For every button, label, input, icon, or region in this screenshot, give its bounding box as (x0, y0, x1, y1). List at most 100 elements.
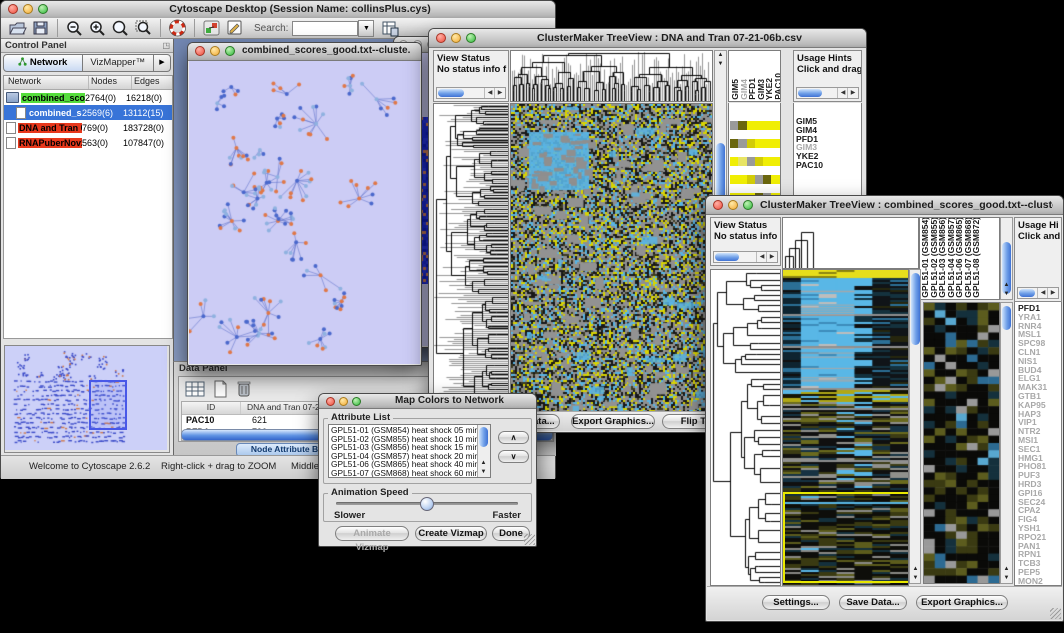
table-grid-icon[interactable] (185, 380, 205, 398)
scrollbar-thumb[interactable] (798, 89, 822, 97)
column-header-edges[interactable]: Edges (132, 76, 172, 89)
treeview-dna-titlebar[interactable]: ClusterMaker TreeView : DNA and Tran 07-… (429, 29, 866, 48)
column-dendrogram-panel[interactable] (782, 217, 919, 269)
column-dendrogram-canvas[interactable] (511, 51, 712, 101)
minimize-button[interactable] (339, 397, 348, 406)
scrollbar-thumb[interactable] (715, 253, 739, 261)
new-attribute-icon[interactable] (211, 380, 229, 398)
close-button[interactable] (713, 200, 723, 210)
column-dendrogram-canvas[interactable] (783, 218, 918, 268)
resize-grip[interactable] (1050, 608, 1061, 619)
close-button[interactable] (195, 46, 205, 56)
scrollbar-thumb[interactable] (438, 89, 464, 97)
usage-hints-scrollbar[interactable]: ◀ ▶ (1017, 287, 1059, 299)
minimize-button[interactable] (23, 4, 33, 14)
zoom-heatmap-panel[interactable] (923, 302, 1000, 584)
settings-button[interactable]: Settings... (762, 595, 830, 610)
network-list-row[interactable]: combined_scores2764(0)16218(0) (4, 90, 172, 105)
network-list-row[interactable]: RNAPuberNov2+|563(0)107847(0) (4, 135, 172, 150)
scroll-down-icon[interactable]: ▼ (715, 60, 726, 69)
zoom-button[interactable] (38, 4, 48, 14)
column-header-nodes[interactable]: Nodes (89, 76, 132, 89)
similarity-matrix-heatmap[interactable] (730, 121, 780, 173)
scroll-right-icon[interactable]: ▶ (847, 88, 858, 98)
minimize-button[interactable] (728, 200, 738, 210)
scroll-down-icon[interactable]: ▼ (1001, 574, 1012, 583)
resize-grip[interactable] (524, 534, 535, 545)
tab-overflow-button[interactable]: ▶ (154, 54, 171, 72)
scroll-up-icon[interactable]: ▲ (910, 565, 921, 574)
matrix-cell[interactable] (771, 175, 779, 184)
column-dendrogram-panel[interactable] (510, 50, 713, 102)
float-panel-icon[interactable]: ◳ (162, 39, 170, 52)
close-button[interactable] (326, 397, 335, 406)
scroll-right-icon[interactable]: ▶ (494, 88, 505, 98)
matrix-cell[interactable] (738, 121, 746, 130)
row-dendrogram-panel[interactable] (710, 269, 781, 586)
row-dendrogram-canvas[interactable] (711, 270, 780, 585)
close-button[interactable] (8, 4, 18, 14)
matrix-cell[interactable] (730, 121, 738, 130)
save-data-button[interactable]: Save Data... (839, 595, 907, 610)
search-input[interactable] (292, 21, 358, 36)
matrix-cell[interactable] (771, 157, 779, 166)
scroll-down-icon[interactable]: ▼ (910, 574, 921, 583)
matrix-cell[interactable] (763, 139, 771, 148)
zoom-heatmap-canvas[interactable] (924, 303, 999, 583)
scroll-down-icon[interactable]: ▼ (1001, 290, 1012, 299)
network-list-row[interactable]: DNA and Tran 07769(0)183728(0) (4, 120, 172, 135)
create-vizmap-button[interactable]: Create Vizmap (415, 526, 487, 541)
minimize-button[interactable] (451, 33, 461, 43)
animate-vizmap-button[interactable]: Animate Vizmap (335, 526, 409, 541)
row-label[interactable]: PAC10 (796, 161, 861, 170)
matrix-cell[interactable] (730, 175, 738, 184)
matrix-cell[interactable] (771, 139, 779, 148)
scroll-down-icon[interactable]: ▼ (478, 468, 489, 477)
birdseye-viewport-rect[interactable] (89, 380, 127, 430)
heatmap-panel[interactable] (510, 103, 713, 412)
matrix-cell[interactable] (738, 139, 746, 148)
search-dropdown-button[interactable]: ▼ (358, 20, 374, 37)
matrix-cell[interactable] (747, 175, 755, 184)
zoom-button[interactable] (352, 397, 361, 406)
dialog-titlebar[interactable]: Map Colors to Network (319, 394, 536, 409)
column-header-id[interactable]: ID (182, 402, 241, 414)
matrix-cell[interactable] (747, 121, 755, 130)
matrix-cell[interactable] (755, 139, 763, 148)
scrollbar-thumb[interactable] (911, 273, 920, 345)
cytoscape-titlebar[interactable]: Cytoscape Desktop (Session Name: collins… (1, 1, 555, 19)
attribute-listbox[interactable]: GPL51-01 (GSM854) heat shock 05 minGPL51… (328, 424, 491, 478)
row-dendrogram-canvas[interactable] (434, 104, 508, 411)
speed-slider-thumb[interactable] (420, 497, 434, 511)
row-dendrogram-panel[interactable] (433, 103, 509, 412)
open-file-icon[interactable] (8, 19, 27, 37)
attribute-item[interactable]: GPL51-07 (GSM868) heat shock 60 min (331, 469, 490, 478)
import-table-icon[interactable] (380, 19, 399, 37)
zoom-button[interactable] (225, 46, 235, 56)
attribute-list-scrollbar[interactable]: ▲ ▼ (477, 425, 490, 477)
move-up-button[interactable]: ∧ (498, 431, 529, 444)
birdseye-view[interactable] (4, 345, 170, 453)
export-graphics-button[interactable]: Export Graphics... (916, 595, 1008, 610)
zoom-button[interactable] (743, 200, 753, 210)
matrix-cell[interactable] (763, 121, 771, 130)
birdseye-canvas[interactable] (5, 346, 167, 450)
annotation-icon[interactable] (225, 19, 244, 37)
usage-hints-scrollbar[interactable]: ◀ ▶ (796, 87, 859, 99)
matrix-cell[interactable] (763, 157, 771, 166)
heatmap-vertical-scrollbar[interactable]: ▲ ▼ (909, 269, 921, 584)
heatmap-panel[interactable] (782, 269, 909, 586)
network-list-row[interactable]: combined_sco2569(6)13112(15) (4, 105, 172, 120)
tab-network[interactable]: Network (3, 54, 83, 72)
matrix-cell[interactable] (755, 157, 763, 166)
scroll-right-icon[interactable]: ▶ (1047, 288, 1058, 298)
scroll-up-icon[interactable]: ▲ (715, 51, 726, 60)
view-status-scrollbar[interactable]: ◀ ▶ (713, 251, 778, 263)
matrix-cell[interactable] (755, 121, 763, 130)
scroll-up-icon[interactable]: ▲ (1001, 281, 1012, 290)
zoom-selected-icon[interactable] (134, 19, 153, 37)
zoom-fit-icon[interactable] (111, 19, 130, 37)
matrix-cell[interactable] (747, 139, 755, 148)
zoom-in-icon[interactable] (88, 19, 107, 37)
network-view-canvas[interactable] (189, 61, 420, 364)
